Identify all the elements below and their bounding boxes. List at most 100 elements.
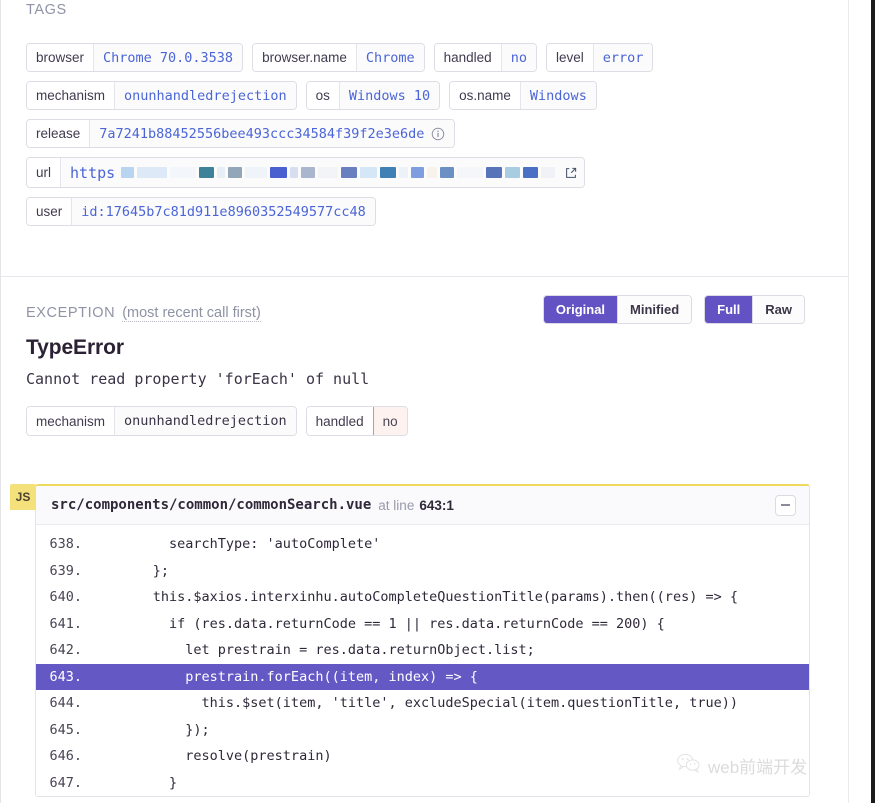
code-line-number: 641. xyxy=(49,615,82,632)
tag-row: mechanism onunhandledrejection os Window… xyxy=(26,81,828,110)
tag-key: handled xyxy=(434,44,501,71)
code-line[interactable]: 640. this.$axios.interxinhu.autoComplete… xyxy=(36,584,809,611)
page-right-edge xyxy=(871,0,875,803)
tag-key: release xyxy=(27,120,90,147)
tag-key: mechanism xyxy=(27,407,115,435)
source-map-toggle: Original Minified xyxy=(542,295,693,324)
code-context: 638. searchType: 'autoComplete' 639. }; … xyxy=(36,525,809,796)
tag-value[interactable]: Chrome 70.0.3538 xyxy=(93,44,243,71)
tags-list: browser Chrome 70.0.3538 browser.name Ch… xyxy=(26,43,828,235)
tag-value[interactable]: Windows 10 xyxy=(338,82,440,109)
exception-toggles: Original Minified Full Raw xyxy=(542,295,805,324)
error-type-title: TypeError xyxy=(26,336,124,359)
code-line-source: this.$set(item, 'title', excludeSpecial(… xyxy=(104,695,738,712)
tag-url[interactable]: url https xyxy=(26,157,586,188)
exception-tags: mechanism onunhandledrejection handled n… xyxy=(26,406,417,436)
tag-row: url https xyxy=(26,157,828,188)
exception-tag-handled[interactable]: handled no xyxy=(305,406,408,436)
tags-panel: TAGS browser Chrome 70.0.3538 browser.na… xyxy=(1,0,848,277)
tag-level[interactable]: level error xyxy=(545,43,654,72)
tag-value[interactable]: no xyxy=(500,44,536,71)
code-line-source: if (res.data.returnCode == 1 || res.data… xyxy=(104,615,665,632)
external-link-icon[interactable] xyxy=(564,166,578,180)
issue-detail-page: TAGS browser Chrome 70.0.3538 browser.na… xyxy=(0,0,875,803)
minified-button[interactable]: Minified xyxy=(617,296,692,323)
tag-value[interactable]: Windows xyxy=(519,82,596,109)
frame-body: src/components/common/commonSearch.vue a… xyxy=(35,484,810,797)
exception-panel: EXCEPTION (most recent call first) Origi… xyxy=(1,278,848,803)
code-line-source: this.$axios.interxinhu.autoCompleteQuest… xyxy=(104,589,738,606)
exception-heading-label: EXCEPTION xyxy=(26,305,116,321)
code-line-source: let prestrain = res.data.returnObject.li… xyxy=(104,642,535,659)
tags-heading: TAGS xyxy=(26,2,67,18)
error-message: Cannot read property 'forEach' of null xyxy=(26,370,370,388)
frame-header[interactable]: src/components/common/commonSearch.vue a… xyxy=(36,486,809,525)
tag-mechanism[interactable]: mechanism onunhandledrejection xyxy=(26,81,297,110)
tag-row: user id:17645b7c81d911e8960352549577cc48 xyxy=(26,197,828,226)
tag-row: release 7a7241b88452556bee493ccc34584f39… xyxy=(26,119,828,148)
tag-key: level xyxy=(546,44,593,71)
tag-value-wrapper[interactable]: https xyxy=(60,158,585,187)
code-line[interactable]: 638. searchType: 'autoComplete' xyxy=(36,531,809,558)
code-line[interactable]: 639. }; xyxy=(36,558,809,585)
code-line-source: }); xyxy=(104,721,210,738)
tag-key: user xyxy=(27,198,72,225)
raw-button[interactable]: Raw xyxy=(752,296,804,323)
code-line-number: 638. xyxy=(49,536,82,553)
tag-release[interactable]: release 7a7241b88452556bee493ccc34584f39… xyxy=(26,119,456,148)
code-line[interactable]: 645. }); xyxy=(36,717,809,744)
tag-key: browser xyxy=(27,44,94,71)
exception-heading: EXCEPTION (most recent call first) xyxy=(26,305,261,322)
code-line-source: searchType: 'autoComplete' xyxy=(104,536,381,553)
tag-user[interactable]: user id:17645b7c81d911e8960352549577cc48 xyxy=(26,197,376,226)
code-line[interactable]: 646. resolve(prestrain) xyxy=(36,743,809,770)
tag-row: browser Chrome 70.0.3538 browser.name Ch… xyxy=(26,43,828,72)
code-line-source: resolve(prestrain) xyxy=(104,748,332,765)
code-line-number: 647. xyxy=(49,774,82,791)
tag-key: mechanism xyxy=(27,82,115,109)
tag-value[interactable]: no xyxy=(372,407,407,435)
tag-key: os.name xyxy=(450,82,520,109)
code-line[interactable]: 647. } xyxy=(36,770,809,797)
tag-key: url xyxy=(27,158,61,187)
redacted-url-blocks xyxy=(121,167,558,178)
code-line-number: 640. xyxy=(49,589,82,606)
code-line[interactable]: 644. this.$set(item, 'title', excludeSpe… xyxy=(36,690,809,717)
code-line-number: 645. xyxy=(49,721,82,738)
tag-browser-name[interactable]: browser.name Chrome xyxy=(252,43,425,72)
exception-heading-note: (most recent call first) xyxy=(122,305,261,322)
tag-value[interactable]: error xyxy=(592,44,653,71)
full-button[interactable]: Full xyxy=(705,296,753,323)
frame-line-number: 643:1 xyxy=(419,497,454,513)
tag-key: os xyxy=(306,82,339,109)
tag-key: handled xyxy=(306,407,373,435)
tag-value[interactable]: onunhandledrejection xyxy=(114,407,296,435)
code-line-active[interactable]: 643. prestrain.forEach((item, index) => … xyxy=(36,663,809,690)
tag-value-wrapper[interactable]: 7a7241b88452556bee493ccc34584f39f2e3e6de xyxy=(89,120,455,147)
frame-at-line-label: at line xyxy=(378,497,415,513)
code-line-source: }; xyxy=(104,562,170,579)
tag-handled[interactable]: handled no xyxy=(433,43,537,72)
code-line-number: 642. xyxy=(49,642,82,659)
exception-tag-mechanism[interactable]: mechanism onunhandledrejection xyxy=(26,406,297,436)
tag-os[interactable]: os Windows 10 xyxy=(305,81,441,110)
code-line[interactable]: 642. let prestrain = res.data.returnObje… xyxy=(36,637,809,664)
code-line-number: 639. xyxy=(49,562,82,579)
tag-value[interactable]: Chrome xyxy=(355,44,424,71)
frame-filename[interactable]: src/components/common/commonSearch.vue xyxy=(51,497,371,513)
code-line[interactable]: 641. if (res.data.returnCode == 1 || res… xyxy=(36,611,809,638)
tag-value[interactable]: id:17645b7c81d911e8960352549577cc48 xyxy=(71,198,375,225)
tag-key: browser.name xyxy=(253,44,356,71)
minus-icon[interactable] xyxy=(775,494,796,516)
code-line-number: 644. xyxy=(49,695,82,712)
tag-os-name[interactable]: os.name Windows xyxy=(449,81,597,110)
original-button[interactable]: Original xyxy=(543,296,618,323)
tag-value: https xyxy=(70,163,116,182)
code-line-source: prestrain.forEach((item, index) => { xyxy=(104,668,478,685)
tag-browser[interactable]: browser Chrome 70.0.3538 xyxy=(26,43,244,72)
code-line-number: 646. xyxy=(49,748,82,765)
code-line-source: } xyxy=(104,774,178,791)
tag-value[interactable]: onunhandledrejection xyxy=(114,82,296,109)
info-circle-icon[interactable] xyxy=(431,127,445,141)
page-right-border xyxy=(848,0,849,803)
